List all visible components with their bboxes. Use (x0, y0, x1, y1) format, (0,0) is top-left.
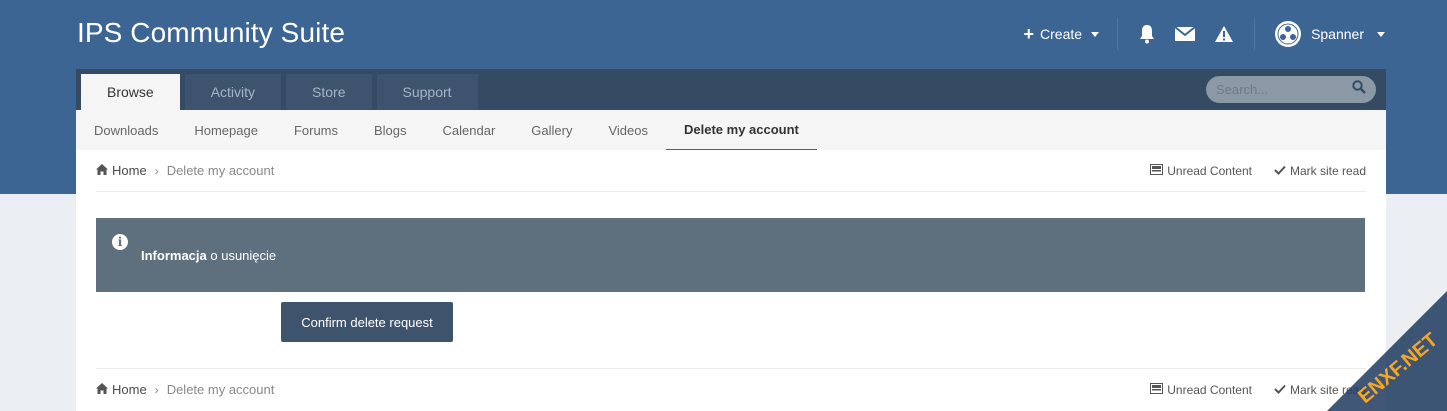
avatar (1275, 21, 1302, 47)
subnav-item-gallery[interactable]: Gallery (513, 110, 590, 150)
mark-site-read-link[interactable]: Mark site read (1274, 164, 1366, 178)
envelope-icon[interactable] (1174, 26, 1196, 42)
unread-content-label: Unread Content (1167, 163, 1252, 178)
subnav-item-downloads[interactable]: Downloads (76, 110, 176, 150)
bell-icon[interactable] (1138, 24, 1156, 44)
unread-content-link[interactable]: Unread Content (1150, 163, 1252, 178)
nav-tabs: Browse Activity Store Support (81, 74, 478, 110)
user-menu[interactable]: Spanner (1255, 21, 1385, 47)
page-actions: Unread Content Mark site read (1150, 163, 1366, 178)
unread-content-label: Unread Content (1167, 382, 1252, 397)
main-content: Home › Delete my account Unread Content … (76, 150, 1386, 411)
primary-nav: Browse Activity Store Support (76, 69, 1386, 110)
breadcrumb-home-label: Home (112, 382, 147, 397)
info-body: o usunięcie (210, 248, 277, 263)
tab-support[interactable]: Support (376, 74, 478, 110)
subnav-item-videos[interactable]: Videos (590, 110, 666, 150)
breadcrumb-current: Delete my account (166, 382, 275, 397)
chevron-right-icon: › (154, 163, 159, 178)
search-icon[interactable] (1352, 80, 1366, 99)
confirm-delete-button[interactable]: Confirm delete request (281, 302, 453, 342)
create-button[interactable]: + Create (1024, 18, 1119, 50)
subnav-item-calendar[interactable]: Calendar (425, 110, 514, 150)
watermark-logo: ENXF.NET (1327, 291, 1447, 411)
tab-activity[interactable]: Activity (184, 74, 282, 110)
check-icon (1274, 383, 1286, 397)
subnav-item-homepage[interactable]: Homepage (176, 110, 276, 150)
chevron-down-icon (1377, 31, 1385, 37)
breadcrumb: Home › Delete my account (96, 382, 274, 397)
warning-icon[interactable] (1214, 25, 1234, 43)
subnav-item-delete-my-account[interactable]: Delete my account (666, 110, 817, 150)
breadcrumb-bar-top: Home › Delete my account Unread Content … (96, 150, 1366, 192)
subnav-item-forums[interactable]: Forums (276, 110, 356, 150)
mark-site-read-label: Mark site read (1289, 163, 1366, 178)
site-title[interactable]: IPS Community Suite (77, 17, 345, 49)
unread-content-link[interactable]: Unread Content (1150, 382, 1252, 397)
info-icon: i (112, 234, 128, 250)
chevron-down-icon (1091, 31, 1100, 37)
inbox-icon (1150, 163, 1164, 178)
tab-store[interactable]: Store (286, 74, 372, 110)
breadcrumb-home[interactable]: Home (96, 163, 147, 178)
search-input[interactable] (1216, 82, 1352, 97)
search-box (1206, 76, 1376, 103)
plus-icon: + (1023, 24, 1035, 44)
subnav-item-blogs[interactable]: Blogs (356, 110, 425, 150)
username: Spanner (1311, 26, 1364, 42)
check-icon (1274, 164, 1286, 178)
info-message: i Informacja o usunięcie (96, 218, 1365, 292)
info-text: Informacja o usunięcie (141, 248, 276, 263)
info-title: Informacja (141, 248, 207, 263)
home-icon (96, 163, 108, 178)
breadcrumb-home[interactable]: Home (96, 382, 147, 397)
breadcrumb: Home › Delete my account (96, 163, 274, 178)
chevron-right-icon: › (154, 382, 159, 397)
home-icon (96, 382, 108, 397)
user-bar: + Create Spanner (1024, 18, 1385, 50)
tab-browse[interactable]: Browse (81, 74, 180, 110)
inbox-icon (1150, 382, 1164, 397)
create-label: Create (1040, 26, 1083, 42)
secondary-nav: Downloads Homepage Forums Blogs Calendar… (76, 110, 1386, 150)
breadcrumb-home-label: Home (112, 163, 147, 178)
notification-icons (1118, 18, 1256, 50)
breadcrumb-bar-bottom: Home › Delete my account Unread Content … (96, 368, 1366, 410)
breadcrumb-current: Delete my account (166, 163, 275, 178)
